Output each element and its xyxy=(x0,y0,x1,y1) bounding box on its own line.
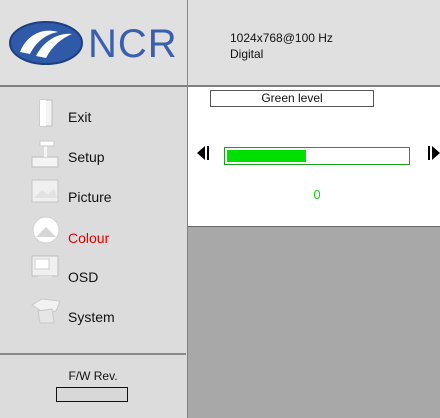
level-value: 0 xyxy=(313,187,321,202)
system-icon xyxy=(31,298,61,324)
colour-icon xyxy=(32,216,60,244)
sidebar-item-exit[interactable]: Exit xyxy=(0,97,186,135)
sidebar-item-label: OSD xyxy=(68,269,99,285)
door-icon xyxy=(39,99,53,127)
sidebar-item-label: System xyxy=(68,309,115,325)
signal-type-text: Digital xyxy=(230,47,264,61)
osd-icon xyxy=(31,255,59,279)
header: NCR 1024x768@100 Hz Digital xyxy=(0,0,440,87)
sidebar-menu: Exit Setup Picture Colour OSD System F/W… xyxy=(0,87,188,418)
fw-rev-label: F/W Rev. xyxy=(68,369,118,383)
sidebar-item-osd[interactable]: OSD xyxy=(0,253,186,291)
picture-icon xyxy=(31,179,59,203)
sidebar-item-system[interactable]: System xyxy=(0,293,186,331)
sidebar-item-picture[interactable]: Picture xyxy=(0,176,186,214)
setup-icon xyxy=(31,140,59,168)
signal-info: 1024x768@100 Hz Digital xyxy=(230,30,333,62)
logo-text: NCR xyxy=(88,22,178,66)
divider xyxy=(0,353,186,355)
resolution-text: 1024x768@100 Hz xyxy=(230,31,333,45)
adjust-panel xyxy=(188,109,440,227)
sidebar-item-colour[interactable]: Colour xyxy=(0,215,186,253)
sidebar-item-label: Exit xyxy=(68,109,92,125)
page-title: Green level xyxy=(210,90,374,107)
ncr-logo: NCR xyxy=(0,0,188,85)
arrow-left-icon[interactable] xyxy=(195,145,209,161)
arrow-right-icon[interactable] xyxy=(428,145,440,161)
sidebar-item-label: Picture xyxy=(68,189,112,205)
green-level-slider[interactable] xyxy=(224,147,410,165)
sidebar-item-setup[interactable]: Setup xyxy=(0,137,186,175)
slider-fill xyxy=(227,150,306,162)
sidebar-item-label: Colour xyxy=(68,230,110,246)
ncr-swirl-icon xyxy=(9,21,83,65)
fw-rev-value xyxy=(56,387,128,402)
sidebar-item-label: Setup xyxy=(68,149,105,165)
osd-window: NCR 1024x768@100 Hz Digital Exit Setup P… xyxy=(0,0,440,418)
